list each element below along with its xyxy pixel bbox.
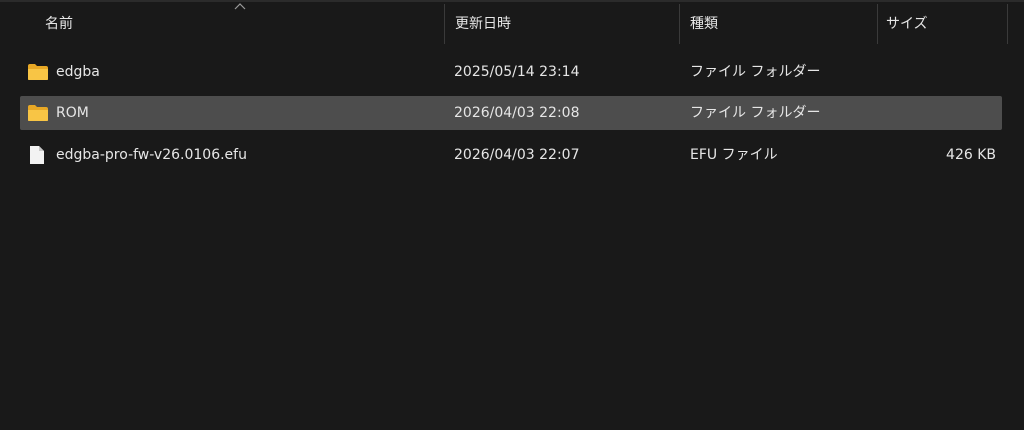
column-header: 名前 更新日時 種類 サイズ [0, 2, 1024, 44]
file-type: EFU ファイル [690, 147, 778, 163]
file-name: edgba-pro-fw-v26.0106.efu [56, 147, 247, 163]
column-divider[interactable] [1007, 4, 1008, 44]
column-date-header[interactable]: 更新日時 [455, 2, 680, 44]
column-divider[interactable] [877, 4, 878, 44]
folder-icon [28, 64, 48, 80]
column-divider[interactable] [444, 4, 445, 44]
column-size-header[interactable]: サイズ [886, 2, 1006, 44]
file-date: 2026/04/03 22:07 [454, 147, 580, 163]
file-name: edgba [56, 64, 100, 80]
file-row[interactable]: edgba-pro-fw-v26.0106.efu 2026/04/03 22:… [20, 138, 1002, 172]
folder-icon [28, 105, 48, 121]
file-type: ファイル フォルダー [690, 64, 821, 80]
file-icon [30, 146, 44, 164]
file-type: ファイル フォルダー [690, 105, 821, 121]
file-date: 2025/05/14 23:14 [454, 64, 580, 80]
column-type-header[interactable]: 種類 [690, 2, 875, 44]
file-name: ROM [56, 105, 89, 121]
file-date: 2026/04/03 22:08 [454, 105, 580, 121]
column-divider[interactable] [679, 4, 680, 44]
file-row[interactable]: edgba 2025/05/14 23:14 ファイル フォルダー [20, 55, 1002, 89]
file-row[interactable]: ROM 2026/04/03 22:08 ファイル フォルダー [20, 96, 1002, 130]
file-size: 426 KB [946, 147, 996, 163]
sort-ascending-icon [234, 3, 246, 10]
